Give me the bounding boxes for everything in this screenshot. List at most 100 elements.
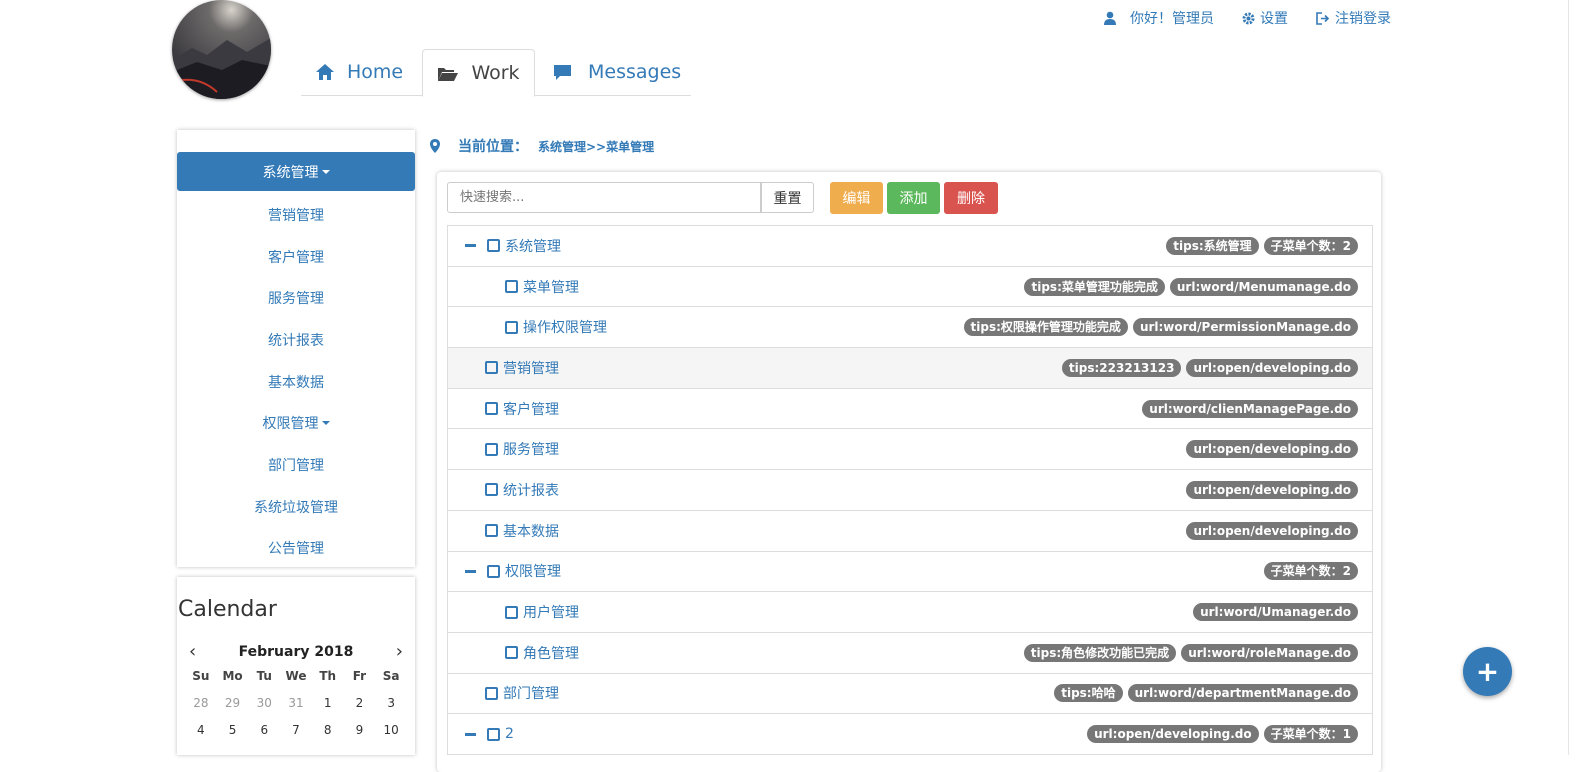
checkbox-icon[interactable]: [505, 320, 518, 334]
tree-node[interactable]: 操作权限管理: [448, 317, 607, 337]
calendar-header: ‹ February 2018 ›: [177, 641, 415, 662]
sidebar-item-system[interactable]: 系统管理: [177, 152, 415, 191]
sidebar-item-marketing[interactable]: 营销管理: [177, 194, 415, 236]
tree-node[interactable]: 角色管理: [448, 643, 579, 663]
tree-node-badges: url:open/developing.do: [1186, 521, 1358, 540]
tree-node[interactable]: 权限管理: [448, 561, 561, 581]
calendar-day[interactable]: 9: [344, 723, 376, 737]
sidebar-item-report[interactable]: 统计报表: [177, 319, 415, 361]
tree-node-badges: 子菜单个数：2: [1263, 562, 1358, 581]
tree-node-label: 菜单管理: [523, 279, 579, 296]
sidebar-item-basic-data[interactable]: 基本数据: [177, 361, 415, 403]
calendar-day[interactable]: 10: [375, 723, 407, 737]
checkbox-icon[interactable]: [485, 483, 498, 497]
sidebar-item-permission[interactable]: 权限管理: [177, 402, 415, 444]
tree-node[interactable]: 客户管理: [448, 399, 559, 419]
calendar-day[interactable]: 6: [248, 723, 280, 737]
avatar[interactable]: [172, 0, 271, 99]
tree-row[interactable]: 统计报表 url:open/developing.do: [448, 470, 1372, 511]
tree-node[interactable]: 2: [448, 726, 514, 742]
settings-link[interactable]: 设置: [1242, 8, 1288, 28]
checkbox-icon[interactable]: [487, 239, 500, 253]
caret-down-icon: [321, 421, 330, 426]
calendar-month[interactable]: February 2018: [239, 644, 354, 660]
sidebar-item-notice[interactable]: 公告管理: [177, 528, 415, 570]
sidebar-item-service[interactable]: 服务管理: [177, 277, 415, 319]
checkbox-icon[interactable]: [487, 564, 500, 578]
checkbox-icon[interactable]: [485, 686, 498, 700]
calendar-day[interactable]: 5: [217, 723, 249, 737]
tree-row[interactable]: 客户管理 url:word/clienManagePage.do: [448, 389, 1372, 430]
collapse-icon[interactable]: [465, 732, 476, 736]
info-badge: 子菜单个数：2: [1263, 236, 1358, 255]
calendar-day[interactable]: 4: [185, 723, 217, 737]
calendar-day[interactable]: 3: [375, 696, 407, 710]
calendar-next-button[interactable]: ›: [396, 641, 403, 662]
tree-row[interactable]: 系统管理 tips:系统管理 子菜单个数：2: [448, 226, 1372, 267]
delete-button[interactable]: 删除: [944, 182, 998, 214]
tab-home[interactable]: Home: [315, 49, 403, 95]
tree-row[interactable]: 角色管理 tips:角色修改功能已完成 url:word/roleManage.do: [448, 633, 1372, 674]
folder-open-icon: [438, 67, 459, 81]
calendar-weekday: We: [285, 669, 307, 683]
tree-row[interactable]: 权限管理 子菜单个数：2: [448, 552, 1372, 593]
tree-row[interactable]: 服务管理 url:open/developing.do: [448, 429, 1372, 471]
calendar-day[interactable]: 31: [280, 696, 312, 710]
add-button[interactable]: 添加: [887, 182, 940, 214]
calendar-day[interactable]: 1: [312, 696, 344, 710]
calendar-day[interactable]: 8: [312, 723, 344, 737]
search-input[interactable]: [447, 182, 761, 213]
checkbox-icon[interactable]: [505, 605, 518, 619]
collapse-icon[interactable]: [465, 244, 476, 248]
sidebar-item-label: 基本数据: [268, 374, 324, 391]
tree-row[interactable]: 2 url:open/developing.do 子菜单个数：1: [448, 714, 1372, 755]
tree-row[interactable]: 基本数据 url:open/developing.do: [448, 511, 1372, 552]
tree-row[interactable]: 用户管理 url:word/Umanager.do: [448, 592, 1372, 633]
checkbox-icon[interactable]: [485, 361, 498, 375]
sidebar-item-customer[interactable]: 客户管理: [177, 236, 415, 278]
tree-node[interactable]: 菜单管理: [448, 277, 579, 297]
calendar-day[interactable]: 30: [248, 696, 280, 710]
tab-work[interactable]: Work: [422, 49, 535, 97]
checkbox-icon[interactable]: [485, 442, 498, 456]
tree-node[interactable]: 用户管理: [448, 602, 579, 622]
add-fab-button[interactable]: +: [1463, 647, 1512, 696]
calendar-weekday: Mo: [222, 669, 243, 683]
tree-node[interactable]: 服务管理: [448, 439, 559, 459]
tree-row[interactable]: 菜单管理 tips:菜单管理功能完成 url:word/Menumanage.do: [448, 267, 1372, 308]
checkbox-icon[interactable]: [505, 646, 518, 660]
calendar-day[interactable]: 2: [344, 696, 376, 710]
logout-link[interactable]: 注销登录: [1316, 8, 1391, 28]
reset-button[interactable]: 重置: [761, 182, 814, 213]
checkbox-icon[interactable]: [485, 524, 498, 538]
tree-node-label: 2: [505, 726, 514, 743]
info-badge: 子菜单个数：1: [1263, 725, 1358, 744]
tree-node-badges: tips:权限操作管理功能完成 url:word/PermissionManage…: [963, 318, 1358, 337]
calendar-day[interactable]: 28: [185, 696, 217, 710]
calendar-prev-button[interactable]: ‹: [189, 641, 196, 662]
tree-node[interactable]: 营销管理: [448, 358, 559, 378]
tree-node[interactable]: 统计报表: [448, 480, 559, 500]
calendar-day[interactable]: 7: [280, 723, 312, 737]
tree-node[interactable]: 系统管理: [448, 236, 561, 256]
checkbox-icon[interactable]: [487, 727, 500, 741]
tree-row[interactable]: 营销管理 tips:223213123 url:open/developing.do: [448, 348, 1372, 389]
calendar-widget: Calendar ‹ February 2018 › Su Mo Tu We Th Fr S…: [177, 577, 415, 755]
tree-row[interactable]: 操作权限管理 tips:权限操作管理功能完成 url:word/Permission…: [448, 307, 1372, 349]
sidebar-item-department[interactable]: 部门管理: [177, 444, 415, 486]
collapse-icon[interactable]: [465, 569, 476, 573]
tree-node-badges: url:word/Umanager.do: [1193, 603, 1358, 622]
edit-button[interactable]: 编辑: [830, 182, 883, 214]
tree-row[interactable]: 部门管理 tips:哈哈 url:word/departmentManage.do: [448, 674, 1372, 715]
checkbox-icon[interactable]: [485, 402, 498, 416]
tab-messages[interactable]: Messages: [553, 49, 681, 95]
tree-node-badges: tips:223213123 url:open/developing.do: [1061, 358, 1358, 377]
breadcrumb: 当前位置： 系统管理>>菜单管理: [430, 136, 654, 156]
page-scrollbar[interactable]: [1568, 0, 1581, 755]
checkbox-icon[interactable]: [505, 280, 518, 294]
tree-node[interactable]: 基本数据: [448, 521, 559, 541]
tree-node[interactable]: 部门管理: [448, 683, 559, 703]
user-greeting-link[interactable]: 你好！管理员: [1103, 8, 1214, 28]
calendar-day[interactable]: 29: [217, 696, 249, 710]
sidebar-item-trash[interactable]: 系统垃圾管理: [177, 486, 415, 528]
